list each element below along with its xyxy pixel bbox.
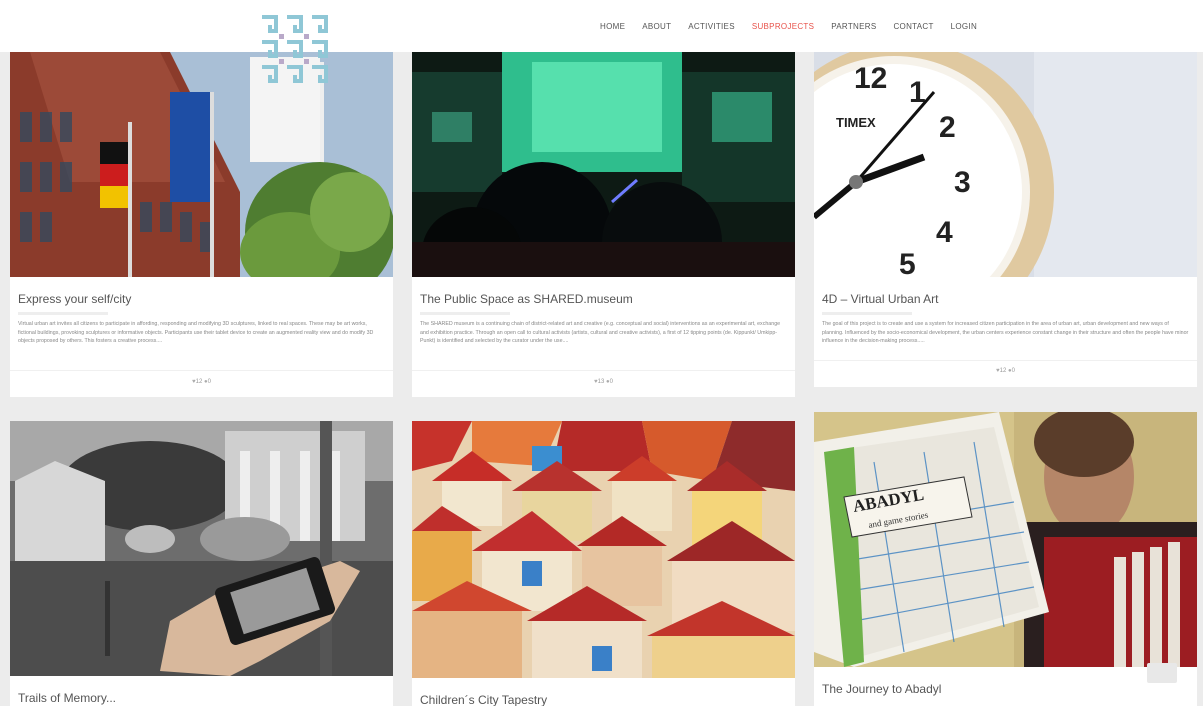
nav-activities[interactable]: ACTIVITIES	[688, 22, 735, 31]
logo-icon	[262, 15, 328, 83]
likes-count: 12	[195, 379, 203, 385]
card-title[interactable]: Express your self/city	[18, 292, 131, 306]
comments-count: 0	[207, 379, 211, 385]
card-image-alarm-clock[interactable]: 12 1 2 3 4 5 TIMEX	[814, 52, 1197, 277]
card-description: The SHARED museum is a continuing chain …	[420, 321, 781, 345]
project-card[interactable]: Children´s City Tapestry	[412, 421, 795, 706]
card-description: The goal of this project is to create an…	[822, 321, 1189, 345]
nav-about[interactable]: ABOUT	[642, 22, 671, 31]
clock-numeral: 5	[899, 248, 916, 277]
project-card[interactable]: The Public Space as SHARED.museum The SH…	[412, 52, 795, 397]
card-image-city-tapestry[interactable]	[412, 421, 795, 678]
card-meta-placeholder	[822, 312, 912, 315]
clock-brand: TIMEX	[836, 115, 876, 130]
project-card[interactable]: 12 1 2 3 4 5 TIMEX 4D – Virtual Urban Ar…	[814, 52, 1197, 387]
card-meta-placeholder	[420, 312, 510, 315]
scroll-to-top-button[interactable]	[1147, 663, 1177, 683]
card-image-building-flags[interactable]	[10, 52, 393, 277]
card-image-abadyl-book[interactable]: ABADYL and game stories	[814, 412, 1197, 667]
top-navigation-bar: HOME ABOUT ACTIVITIES SUBPROJECTS PARTNE…	[0, 0, 1203, 52]
main-nav: HOME ABOUT ACTIVITIES SUBPROJECTS PARTNE…	[600, 22, 994, 31]
card-divider	[10, 370, 393, 371]
card-title[interactable]: Children´s City Tapestry	[420, 693, 547, 706]
card-divider	[814, 360, 1197, 361]
nav-partners[interactable]: PARTNERS	[831, 22, 876, 31]
clock-numeral: 2	[939, 111, 956, 144]
card-description: Virtual urban art invites all citizens t…	[18, 321, 374, 345]
card-stats: ♥12 ●0	[10, 379, 393, 385]
project-card[interactable]: ABADYL and game stories The Journey to A…	[814, 412, 1197, 706]
nav-login[interactable]: LOGIN	[951, 22, 977, 31]
card-stats: ♥12 ●0	[814, 368, 1197, 374]
clock-numeral: 3	[954, 166, 971, 199]
project-card[interactable]: Trails of Memory...	[10, 421, 393, 706]
card-title[interactable]: 4D – Virtual Urban Art	[822, 292, 939, 306]
project-card[interactable]: Express your self/city Virtual urban art…	[10, 52, 393, 397]
nav-contact[interactable]: CONTACT	[893, 22, 933, 31]
likes-count: 13	[597, 379, 605, 385]
nav-subprojects[interactable]: SUBPROJECTS	[752, 22, 814, 31]
clock-numeral: 12	[854, 62, 887, 95]
card-title[interactable]: Trails of Memory...	[18, 691, 116, 705]
comments-count: 0	[1011, 368, 1015, 374]
card-title[interactable]: The Public Space as SHARED.museum	[420, 292, 633, 306]
card-meta-placeholder	[18, 312, 108, 315]
card-divider	[412, 370, 795, 371]
site-logo[interactable]	[259, 14, 332, 86]
likes-count: 12	[999, 368, 1007, 374]
card-image-street-phone[interactable]	[10, 421, 393, 676]
card-stats: ♥13 ●0	[412, 379, 795, 385]
clock-numeral: 4	[936, 216, 953, 249]
comments-count: 0	[609, 379, 613, 385]
card-title[interactable]: The Journey to Abadyl	[822, 682, 941, 696]
nav-home[interactable]: HOME	[600, 22, 625, 31]
card-image-museum-interior[interactable]	[412, 52, 795, 277]
